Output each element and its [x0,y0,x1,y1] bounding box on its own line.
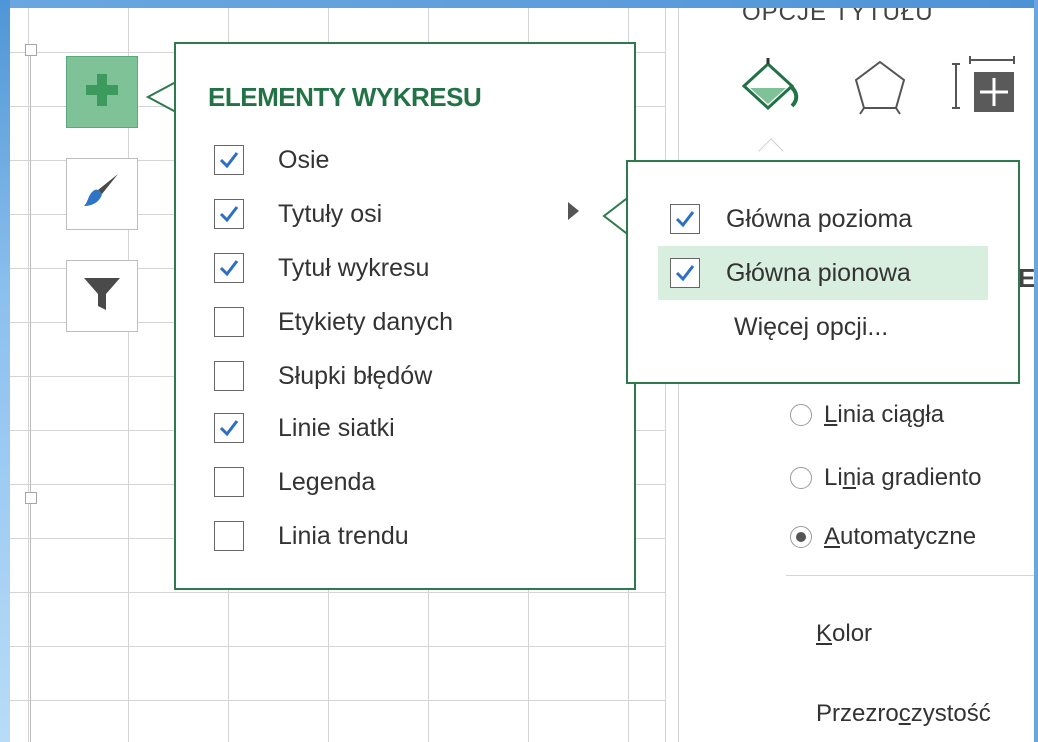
popup-heading: ELEMENTY WYKRESU [208,82,482,112]
plus-icon [82,70,122,115]
submenu-item-primary-vertical[interactable]: Główna pionowa [658,246,988,300]
option-axis-titles[interactable]: Tytuły osi [214,194,382,234]
checkbox[interactable] [670,258,700,288]
radio-automatic[interactable]: Automatyczne [790,520,976,554]
option-label: Tytuł wykresu [278,253,430,282]
option-trendline[interactable]: Linia trendu [214,516,409,556]
checkbox[interactable] [214,253,244,283]
option-error-bars[interactable]: Słupki błędów [214,356,432,396]
window-frame-left [0,0,10,742]
submenu-more-options[interactable]: Więcej opcji... [658,300,988,354]
radio-label: Linia gradiento [824,464,982,491]
radio-label: Automatyczne [824,523,977,550]
section-heading-clipped: E [1018,263,1036,293]
popup-pointer [146,82,176,112]
checkbox[interactable] [214,199,244,229]
size-properties-icon[interactable] [952,56,1016,120]
option-label: Legenda [278,467,376,496]
pane-title: OPCJE TYTUŁU [742,8,934,22]
checkbox[interactable] [670,204,700,234]
option-gridlines[interactable]: Linie siatki [214,408,395,448]
radio-label: Linia ciągła [824,401,945,428]
radio-solid-line[interactable]: Linia ciągła [790,398,944,432]
chart-elements-button[interactable] [66,56,138,128]
option-label: Słupki błędów [278,361,433,390]
submenu-label: Główna pionowa [726,258,911,287]
submenu-label: Główna pozioma [726,204,913,233]
checkbox[interactable] [214,521,244,551]
color-label: Kolor [816,620,873,647]
radio-button[interactable] [790,467,812,489]
option-chart-title[interactable]: Tytuł wykresu [214,248,429,288]
checkbox[interactable] [214,361,244,391]
transparency-label: Przezroczystość [816,700,991,727]
checkbox[interactable] [214,413,244,443]
checkbox[interactable] [214,307,244,337]
check-icon [219,206,239,223]
axis-titles-submenu: Główna pozioma Główna pionowa Więcej opc… [626,160,1020,384]
chart-elements-popup: ELEMENTY WYKRESU Osie Tytuły osi Tytuł w… [174,42,636,590]
chart-area-edge [30,52,42,742]
option-label: Linie siatki [278,413,395,442]
submenu-arrow-icon[interactable] [568,202,579,220]
filter-icon [80,272,124,321]
window-frame-top [0,0,1038,8]
check-icon [675,211,695,228]
chart-styles-button[interactable] [66,158,138,230]
option-data-labels[interactable]: Etykiety danych [214,302,453,342]
radio-button[interactable] [790,526,812,548]
checkbox[interactable] [214,467,244,497]
radio-gradient-line[interactable]: Linia gradiento [790,461,981,495]
option-label: Linia trendu [278,521,409,550]
check-icon [675,265,695,282]
submenu-item-primary-horizontal[interactable]: Główna pozioma [658,192,988,246]
option-label: Osie [278,145,330,174]
option-legend[interactable]: Legenda [214,462,375,502]
fill-line-icon[interactable] [740,56,804,120]
window-frame-right [1034,0,1038,742]
radio-button[interactable] [790,404,812,426]
check-icon [219,152,239,169]
check-icon [219,260,239,277]
chart-filters-button[interactable] [66,260,138,332]
pane-separator [786,575,1038,576]
checkbox[interactable] [214,145,244,175]
check-icon [219,420,239,437]
option-label: Etykiety danych [278,307,454,336]
option-axes[interactable]: Osie [214,140,329,180]
option-label: Tytuły osi [278,199,383,228]
chart-resize-handle[interactable] [25,44,37,56]
effects-pentagon-icon[interactable] [848,56,912,120]
chart-resize-handle[interactable] [25,492,37,504]
brush-icon [78,168,126,221]
